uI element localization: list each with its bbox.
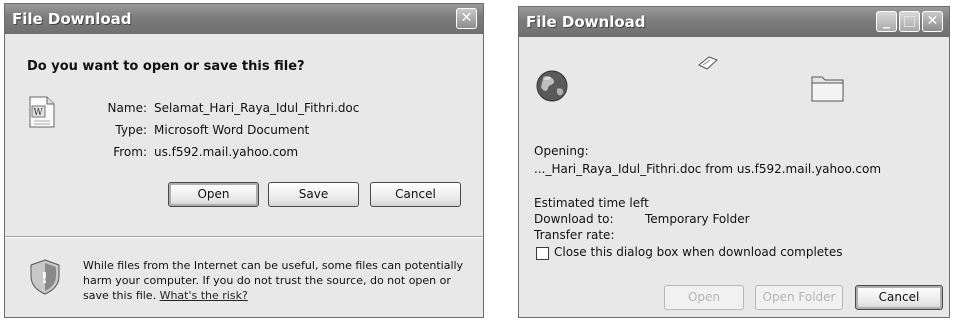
title-bar[interactable]: File Download	[5, 4, 483, 34]
opening-label: Opening:	[534, 144, 589, 158]
whats-the-risk-link[interactable]: What's the risk?	[160, 289, 248, 302]
dialog-title: File Download	[526, 13, 646, 31]
download-to-value: Temporary Folder	[645, 212, 750, 226]
dialog-question: Do you want to open or save this file?	[27, 59, 305, 74]
file-download-progress-dialog: File Download _ □ ✕ Opening: ..._Hari_Ra…	[518, 6, 950, 318]
dialog-title: File Download	[12, 10, 132, 28]
open-button[interactable]: Open	[168, 182, 259, 207]
word-document-icon: W	[29, 96, 55, 128]
name-label: Name:	[107, 101, 147, 115]
cancel-button[interactable]: Cancel	[855, 285, 943, 310]
transfer-rate-label: Transfer rate:	[534, 228, 615, 242]
svg-text:W: W	[34, 108, 44, 118]
folder-icon	[810, 71, 846, 103]
warning-text-line2: harm your computer. If you do not trust …	[83, 274, 451, 287]
open-button[interactable]: Open	[664, 285, 744, 310]
warning-text-line1: While files from the Internet can be use…	[83, 259, 464, 272]
separator	[5, 236, 483, 238]
close-icon[interactable]: ✕	[456, 8, 477, 29]
shield-icon: !	[29, 259, 61, 295]
warning-text-prefix: save this file.	[83, 289, 157, 302]
estimated-time-left-label: Estimated time left	[534, 196, 649, 210]
svg-text:!: !	[41, 269, 48, 287]
from-label: From:	[113, 145, 147, 159]
save-button[interactable]: Save	[268, 182, 359, 207]
file-name-value: Selamat_Hari_Raya_Idul_Fithri.doc	[154, 101, 360, 115]
opening-file-value: ..._Hari_Raya_Idul_Fithri.doc from us.f5…	[534, 162, 882, 176]
file-download-dialog-save: File Download ✕ Do you want to open or s…	[4, 3, 484, 318]
maximize-icon[interactable]: □	[899, 11, 920, 32]
file-type-value: Microsoft Word Document	[154, 123, 310, 137]
source-host-value: us.f592.mail.yahoo.com	[154, 145, 299, 159]
download-to-label: Download to:	[534, 212, 614, 226]
type-label: Type:	[115, 123, 147, 137]
close-when-complete-checkbox[interactable]	[536, 247, 549, 260]
close-icon[interactable]: ✕	[922, 11, 943, 32]
flying-paper-icon	[697, 55, 719, 71]
close-when-complete-label[interactable]: Close this dialog box when download comp…	[554, 245, 843, 259]
minimize-icon[interactable]: _	[876, 11, 897, 32]
warning-text-line3: save this file. What's the risk?	[83, 289, 248, 302]
open-folder-button[interactable]: Open Folder	[755, 285, 843, 310]
cancel-button[interactable]: Cancel	[370, 182, 461, 207]
globe-icon	[535, 69, 569, 103]
